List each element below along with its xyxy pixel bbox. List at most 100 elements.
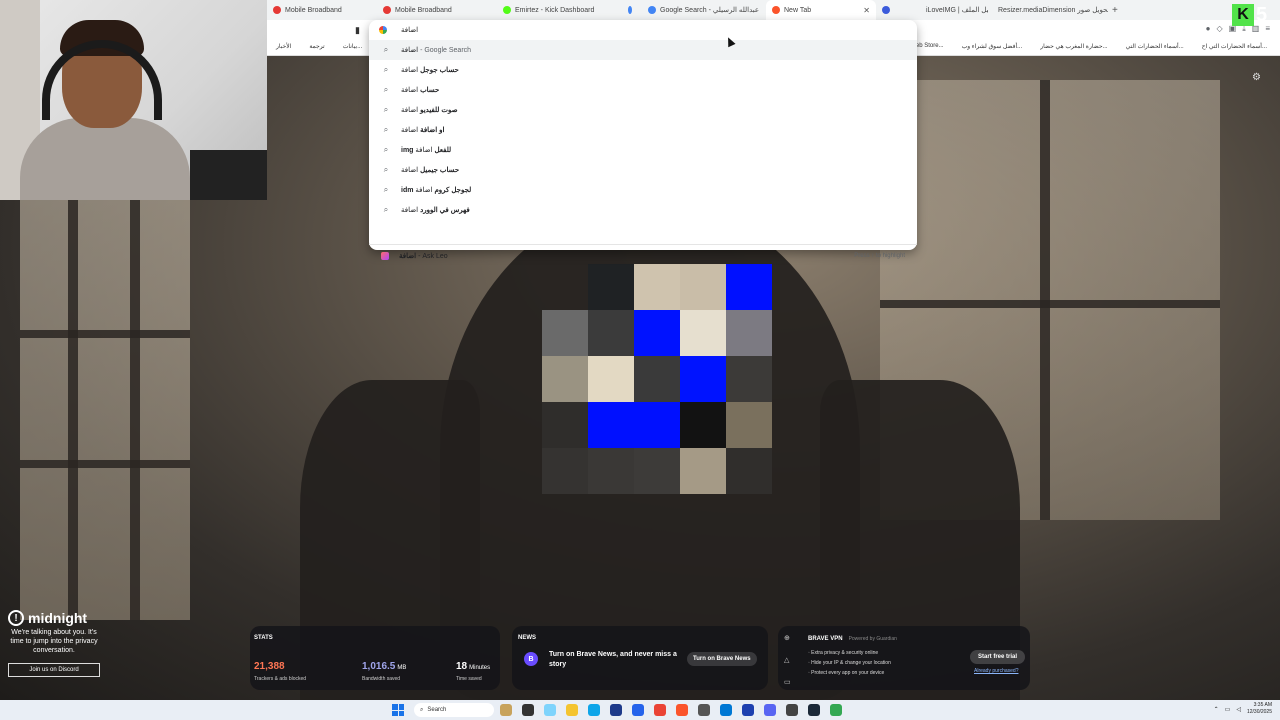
search-suggestion[interactable]: ⌕ فهرس في الوورد اضافة (369, 200, 917, 220)
webcam-overlay (0, 0, 267, 200)
bar (130, 200, 140, 620)
bookmark-item[interactable]: الأخبار (271, 43, 296, 50)
search-suggestion[interactable]: ⌕ اضافة - Google Search (369, 40, 917, 60)
network-icon[interactable]: ▭ (1225, 706, 1231, 713)
already-purchased-link[interactable]: Already purchased? (974, 668, 1018, 674)
steam-app-icon[interactable] (808, 704, 820, 716)
extension-icon[interactable]: ● (1206, 24, 1211, 34)
tab-favicon-icon (273, 6, 281, 14)
browser-tab[interactable]: Resizer.mediaDimension تحويل صور (988, 0, 1108, 20)
suggestion-bold: حساب (420, 87, 440, 94)
windows-start-icon[interactable] (392, 704, 404, 716)
leo-side-icon[interactable]: △ (784, 656, 794, 664)
pixel (680, 402, 726, 448)
browser-tab[interactable]: Google Search - عبدالله الرسيلي (642, 0, 766, 20)
pixel (726, 448, 772, 494)
clock[interactable]: 3:35 AM 12/30/2025 (1247, 702, 1272, 716)
search-icon: ⌕ (383, 45, 389, 54)
browser-tab[interactable]: Emirtez - Kick Dashboard (497, 0, 622, 20)
search-suggestion[interactable]: ⌕ حساب جوجل اضافة (369, 60, 917, 80)
address-bar[interactable]: اضافة (369, 20, 917, 40)
windows-taskbar: ⌕ Search ⌃ ▭ ◁ 3:35 AM 12/30/2025 (0, 700, 1280, 720)
pixel (634, 264, 680, 310)
discord-app-icon[interactable] (764, 704, 776, 716)
chevron-up-icon[interactable]: ⌃ (1214, 706, 1219, 713)
app-icon[interactable] (786, 704, 798, 716)
settings-app-icon[interactable] (698, 704, 710, 716)
suggestion-query: اضافة (401, 167, 421, 174)
browser-tab[interactable]: New Tab ✕ (766, 0, 876, 20)
brave-browser-icon[interactable] (676, 704, 688, 716)
edge-browser-icon[interactable] (588, 704, 600, 716)
vpn-shield-icon[interactable]: ⊕ (784, 634, 794, 642)
tab-label: New Tab (784, 6, 812, 14)
share-icon[interactable]: ◇ (1217, 24, 1223, 34)
terminal-app-icon[interactable] (522, 704, 534, 716)
bookmark-item[interactable]: بيانات... (338, 43, 367, 50)
logo-letter: K (1232, 4, 1254, 26)
volume-icon[interactable]: ◁ (1236, 706, 1241, 713)
app-icon[interactable] (742, 704, 754, 716)
light-window-left (20, 200, 190, 620)
exclamation-icon: ! (8, 610, 24, 626)
new-tab-button[interactable]: + (1108, 5, 1122, 16)
app-icon[interactable] (544, 704, 556, 716)
turn-on-news-button[interactable]: Turn on Brave News (687, 652, 757, 666)
bookmark-item[interactable]: أسماء الحضارات التي... (1121, 43, 1189, 50)
browser-tab[interactable]: iLoveIMG | تحميل الملف (916, 0, 988, 20)
browser-tab[interactable] (876, 0, 916, 20)
app-icon[interactable] (830, 704, 842, 716)
tab-label: Mobile Broadband (395, 6, 452, 14)
store-app-icon[interactable] (610, 704, 622, 716)
midnight-text: We're talking about you. It's time to ju… (10, 629, 98, 654)
search-suggestion[interactable]: ⌕ او اضافة اضافة (369, 120, 917, 140)
bar (880, 300, 1220, 308)
bookmark-item[interactable]: حضارة المغرب هي حضار... (1035, 43, 1112, 50)
browser-tab[interactable]: Mobile Broadband (267, 0, 377, 20)
close-tab-icon[interactable]: ✕ (863, 6, 870, 15)
gear-icon[interactable]: ⚙ (1252, 72, 1261, 83)
midnight-title: midnight (28, 610, 88, 626)
pixel (726, 356, 772, 402)
suggestion-text: اضافة - Google Search (401, 46, 471, 54)
tab-favicon-icon (648, 6, 656, 14)
pixel (634, 448, 680, 494)
time-value: 18 (456, 661, 468, 672)
search-suggestion[interactable]: ⌕ صوت للفيديو اضافة (369, 100, 917, 120)
bookmark-icon[interactable]: ▮ (355, 25, 360, 36)
start-free-trial-button[interactable]: Start free trial (970, 650, 1026, 664)
suggestion-bold: فهرس في الوورد (420, 207, 470, 214)
search-icon: ⌕ (383, 85, 389, 94)
divider (369, 244, 917, 245)
pixelated-censor-block (542, 264, 772, 494)
file-explorer-icon[interactable] (566, 704, 578, 716)
app-icon[interactable] (720, 704, 732, 716)
join-discord-button[interactable]: Join us on Discord (8, 663, 100, 677)
mail-app-icon[interactable] (632, 704, 644, 716)
browser-tab[interactable]: Mobile Broadband (377, 0, 497, 20)
address-bar-query[interactable]: اضافة (401, 26, 418, 34)
tab-favicon-icon (503, 6, 511, 14)
search-icon: ⌕ (420, 706, 424, 713)
taskbar-search[interactable]: ⌕ Search (414, 703, 494, 717)
widgets-app-icon[interactable] (500, 704, 512, 716)
suggestion-query: اضافة (401, 207, 421, 214)
chrome-browser-icon[interactable] (654, 704, 666, 716)
search-suggestion[interactable]: ⌕ حساب جيميل اضافة (369, 160, 917, 180)
bookmark-item[interactable]: أسماء الحضارات التي اح... (1197, 43, 1272, 50)
pixel (680, 356, 726, 402)
talk-icon[interactable]: ▭ (784, 678, 794, 686)
ask-leo-label: - Ask Leo (416, 253, 448, 260)
search-suggestion[interactable]: ⌕ img للفعل اضافة (369, 140, 917, 160)
search-suggestion[interactable]: ⌕ حساب اضافة (369, 80, 917, 100)
search-suggestion[interactable]: ⌕ idm لجوجل كروم اضافة (369, 180, 917, 200)
system-tray: ⌃ ▭ ◁ 3:35 AM 12/30/2025 (1214, 702, 1272, 716)
stat-trackers: 21,388 Trackers & ads blocked (254, 656, 306, 682)
tab-favicon-icon (882, 6, 890, 14)
bandwidth-value: 1,016.5 (362, 661, 396, 672)
ask-leo-query: اضافة (399, 253, 417, 260)
bookmark-item[interactable]: أفضل سوق لشراء وب... (957, 43, 1028, 50)
ask-leo-suggestion[interactable]: اضافة - Ask Leo Press ↑ to highlight (369, 246, 917, 266)
bookmark-item[interactable]: ترجمة (304, 43, 329, 50)
browser-tab[interactable] (622, 0, 642, 20)
